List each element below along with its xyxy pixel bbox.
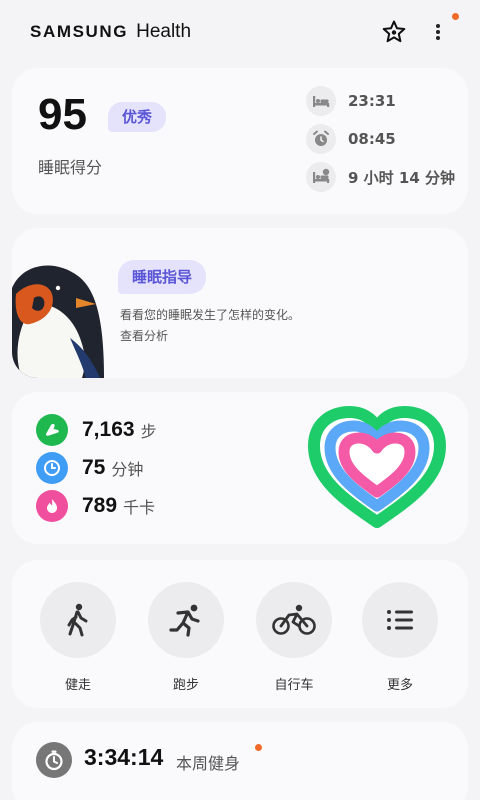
sleep-card[interactable]: 95 优秀 睡眠得分 23:31 08:45 9 小时 14 分钟 [12, 68, 468, 214]
brand-samsung: SAMSUNG [30, 22, 129, 41]
sleep-coaching-card[interactable]: 睡眠指导 看看您的睡眠发生了怎样的变化。 查看分析 [12, 228, 468, 378]
activity-heart-rings [308, 406, 446, 532]
bed-icon [306, 86, 336, 116]
app-logo: SAMSUNG Health [30, 20, 191, 43]
running-shortcut[interactable]: 跑步 [136, 582, 236, 693]
steps-icon [36, 414, 68, 446]
sleep-quality-badge: 优秀 [108, 102, 167, 132]
activity-card[interactable]: 7,163 步 75 分钟 789 千卡 [12, 392, 468, 544]
workout-shortcuts-card: 健走 跑步 自行车 更多 [12, 560, 468, 708]
top-bar: SAMSUNG Health [0, 0, 480, 64]
walking-shortcut[interactable]: 健走 [28, 582, 128, 693]
cycling-shortcut[interactable]: 自行车 [244, 582, 344, 693]
calories-row: 789 千卡 [36, 490, 155, 522]
active-minutes-value: 75 [82, 456, 106, 479]
sleep-coaching-badge: 睡眠指导 [118, 260, 207, 294]
sleep-score: 95 [38, 90, 87, 139]
sleep-score-label: 睡眠得分 [38, 158, 103, 177]
walking-label: 健走 [64, 678, 91, 693]
sleep-duration: 9 小时 14 分钟 [348, 168, 455, 187]
list-icon [362, 582, 438, 658]
brand-health: Health [136, 21, 192, 42]
clock-icon [36, 452, 68, 484]
active-minutes-unit: 分钟 [111, 460, 144, 479]
more-workouts-shortcut[interactable]: 更多 [350, 582, 450, 693]
cycling-icon [256, 582, 332, 658]
view-analysis-link[interactable]: 查看分析 [120, 327, 168, 344]
steps-unit: 步 [140, 422, 157, 441]
star-icon[interactable] [380, 18, 408, 46]
running-icon [148, 582, 224, 658]
notification-dot [452, 13, 459, 20]
more-label: 更多 [386, 678, 413, 693]
sleep-coaching-text: 看看您的睡眠发生了怎样的变化。 [120, 308, 301, 322]
sleep-duration-row: 9 小时 14 分钟 [306, 162, 455, 192]
flame-icon [36, 490, 68, 522]
stopwatch-icon [36, 742, 72, 778]
weekly-exercise-label: 本周健身 [176, 754, 241, 773]
calories-unit: 千卡 [123, 498, 156, 517]
more-options-icon[interactable] [426, 18, 450, 46]
alarm-icon [306, 124, 336, 154]
penguin-illustration [12, 254, 104, 378]
cycling-label: 自行车 [274, 678, 314, 693]
bedtime: 23:31 [348, 92, 396, 110]
weekly-exercise-time: 3:34:14 [84, 744, 164, 770]
bedtime-row: 23:31 [306, 86, 396, 116]
walking-icon [40, 582, 116, 658]
calories-value: 789 [82, 494, 118, 517]
steps-value: 7,163 [82, 418, 135, 441]
wake-time: 08:45 [348, 130, 396, 148]
weekly-notification-dot [255, 744, 262, 751]
wake-time-row: 08:45 [306, 124, 396, 154]
weekly-exercise-card[interactable]: 3:34:14 本周健身 [12, 722, 468, 800]
steps-row: 7,163 步 [36, 414, 157, 446]
running-label: 跑步 [172, 678, 199, 693]
sleep-duration-icon [306, 162, 336, 192]
active-minutes-row: 75 分钟 [36, 452, 143, 484]
